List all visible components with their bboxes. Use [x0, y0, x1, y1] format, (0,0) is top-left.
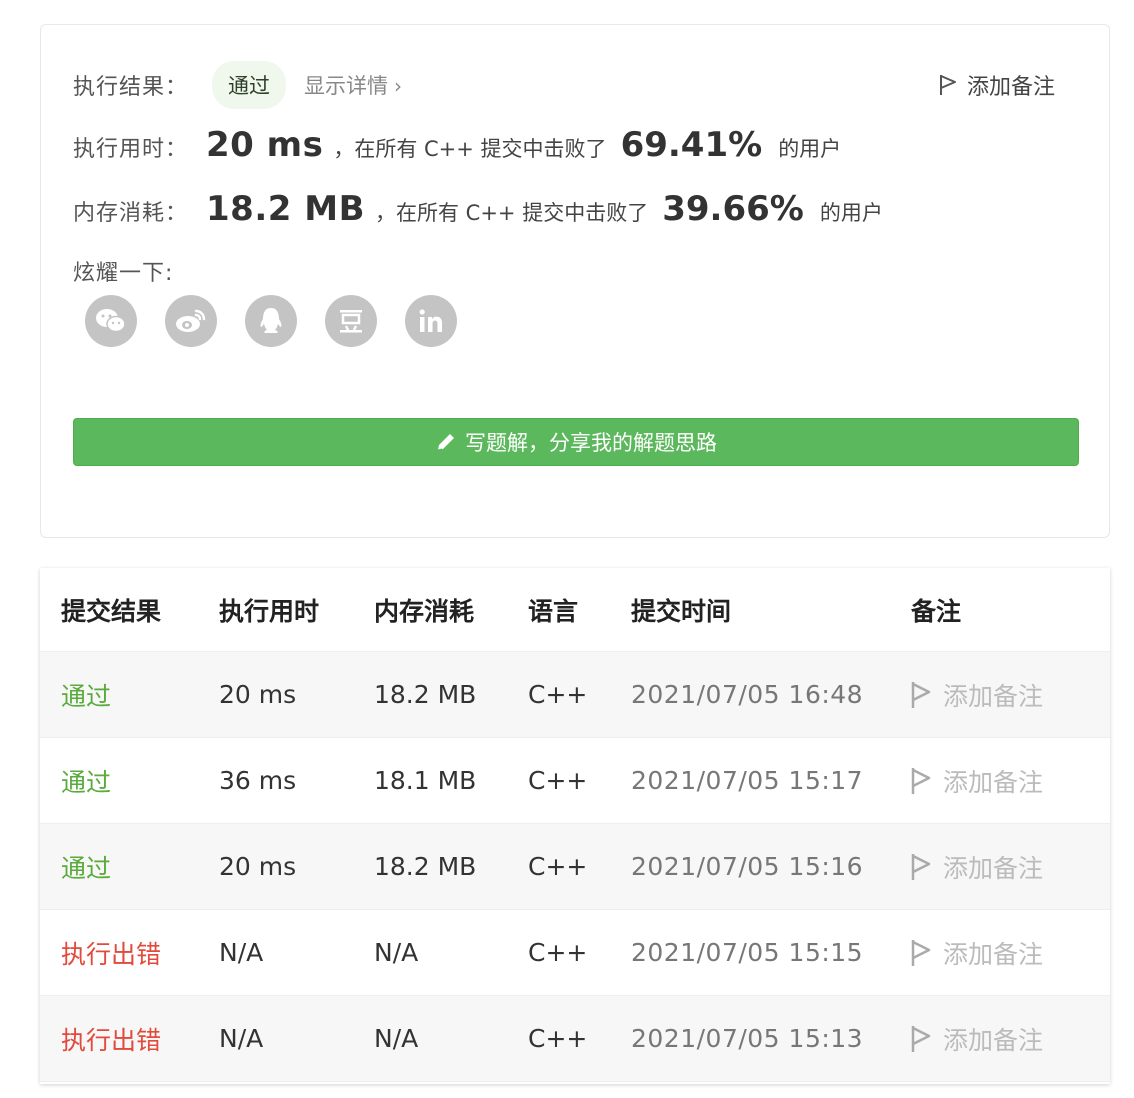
row-runtime: 20 ms [219, 680, 297, 709]
row-status-link[interactable]: 执行出错 [61, 1021, 161, 1057]
result-card: 执行结果： 通过 显示详情 › 添加备注 执行用时： 20 ms ，在所有 C++… [40, 24, 1110, 538]
row-runtime: N/A [219, 1024, 264, 1053]
row-status-link[interactable]: 执行出错 [61, 935, 161, 971]
linkedin-icon [419, 309, 442, 332]
row-add-note-button[interactable]: 添加备注 [911, 849, 1043, 885]
memory-label: 内存消耗： [73, 201, 189, 226]
row-memory: N/A [374, 938, 419, 967]
row-memory: N/A [374, 1024, 419, 1053]
row-add-note-label: 添加备注 [943, 853, 1044, 883]
flag-icon [911, 853, 931, 880]
show-details-link[interactable]: 显示详情 › [304, 70, 402, 100]
header-submit-time[interactable]: 提交时间 [631, 592, 731, 628]
memory-suffix: 的用户 [819, 201, 883, 225]
flag-icon [911, 939, 931, 966]
flag-icon [939, 75, 956, 95]
runtime-value: 20 ms [206, 125, 324, 165]
row-runtime: N/A [219, 938, 264, 967]
table-row: 执行出错 N/A N/A C++ 2021/07/05 15:15 添加备注 [40, 910, 1110, 996]
row-runtime: 20 ms [219, 852, 297, 881]
add-note-label: 添加备注 [966, 75, 1055, 100]
row-language: C++ [528, 1024, 588, 1053]
row-memory: 18.2 MB [374, 680, 477, 709]
pencil-icon [437, 434, 454, 451]
runtime-text: ，在所有 C++ 提交中击败了 [333, 137, 607, 161]
row-language: C++ [528, 852, 588, 881]
share-label-row: 炫耀一下: [73, 255, 173, 287]
row-add-note-label: 添加备注 [943, 1025, 1044, 1055]
write-solution-button[interactable]: 写题解，分享我的解题思路 [73, 418, 1079, 466]
flag-icon [911, 1025, 931, 1052]
header-memory[interactable]: 内存消耗 [374, 592, 474, 628]
memory-row: 内存消耗： 18.2 MB ，在所有 C++ 提交中击败了 39.66% 的用户 [73, 189, 883, 229]
runtime-percentile: 69.41% [620, 125, 763, 165]
table-row: 通过 20 ms 18.2 MB C++ 2021/07/05 15:16 添加… [40, 824, 1110, 910]
row-submit-time: 2021/07/05 15:17 [631, 766, 864, 795]
row-status-link[interactable]: 通过 [61, 849, 111, 885]
row-submit-time: 2021/07/05 15:13 [631, 1024, 864, 1053]
chevron-right-icon: › [394, 74, 403, 98]
row-add-note-label: 添加备注 [943, 939, 1044, 969]
show-details-label: 显示详情 [304, 74, 389, 98]
row-add-note-button[interactable]: 添加备注 [911, 1021, 1043, 1057]
header-note: 备注 [911, 596, 962, 626]
result-row: 执行结果： 通过 显示详情 › [73, 61, 402, 109]
memory-text: ，在所有 C++ 提交中击败了 [375, 201, 649, 225]
row-status-link[interactable]: 通过 [61, 677, 111, 713]
row-language: C++ [528, 680, 588, 709]
douban-icon [340, 310, 362, 333]
row-add-note-button[interactable]: 添加备注 [911, 677, 1043, 713]
table-row: 通过 20 ms 18.2 MB C++ 2021/07/05 16:48 添加… [40, 652, 1110, 738]
douban-share-button[interactable] [325, 295, 377, 347]
runtime-row: 执行用时： 20 ms ，在所有 C++ 提交中击败了 69.41% 的用户 [73, 125, 841, 165]
header-status[interactable]: 提交结果 [61, 592, 161, 628]
wechat-icon [96, 309, 126, 333]
flag-icon [911, 767, 931, 794]
row-status-link[interactable]: 通过 [61, 763, 111, 799]
memory-percentile: 39.66% [662, 189, 804, 229]
weibo-share-button[interactable] [165, 295, 217, 347]
row-language: C++ [528, 938, 588, 967]
table-row: 通过 36 ms 18.1 MB C++ 2021/07/05 15:17 添加… [40, 738, 1110, 824]
header-language[interactable]: 语言 [528, 592, 578, 628]
row-submit-time: 2021/07/05 16:48 [631, 680, 864, 709]
result-status-badge: 通过 [212, 61, 287, 109]
table-body: 通过 20 ms 18.2 MB C++ 2021/07/05 16:48 添加… [40, 652, 1110, 1082]
table-row: 执行出错 N/A N/A C++ 2021/07/05 15:13 添加备注 [40, 996, 1110, 1082]
runtime-label: 执行用时： [73, 137, 189, 162]
row-add-note-button[interactable]: 添加备注 [911, 763, 1043, 799]
row-submit-time: 2021/07/05 15:16 [631, 852, 864, 881]
row-add-note-label: 添加备注 [943, 767, 1044, 797]
share-buttons [85, 295, 457, 347]
row-add-note-button[interactable]: 添加备注 [911, 935, 1043, 971]
header-runtime[interactable]: 执行用时 [219, 592, 319, 628]
qq-icon [260, 308, 282, 333]
row-add-note-label: 添加备注 [943, 681, 1044, 711]
write-solution-label: 写题解，分享我的解题思路 [465, 431, 717, 455]
memory-value: 18.2 MB [206, 189, 365, 229]
wechat-share-button[interactable] [85, 295, 137, 347]
row-submit-time: 2021/07/05 15:15 [631, 938, 864, 967]
weibo-icon [176, 309, 206, 332]
result-label: 执行结果： [73, 75, 189, 100]
row-language: C++ [528, 766, 588, 795]
table-header: 提交结果 执行用时 内存消耗 语言 提交时间 备注 [40, 568, 1110, 652]
row-runtime: 36 ms [219, 766, 297, 795]
linkedin-share-button[interactable] [405, 295, 457, 347]
add-note-button[interactable]: 添加备注 [939, 69, 1055, 101]
submissions-table: 提交结果 执行用时 内存消耗 语言 提交时间 备注 通过 20 ms 18.2 … [40, 568, 1110, 1084]
row-memory: 18.1 MB [374, 766, 477, 795]
flag-icon [911, 681, 931, 708]
runtime-suffix: 的用户 [778, 137, 842, 161]
row-memory: 18.2 MB [374, 852, 477, 881]
share-label: 炫耀一下: [73, 261, 174, 286]
qq-share-button[interactable] [245, 295, 297, 347]
